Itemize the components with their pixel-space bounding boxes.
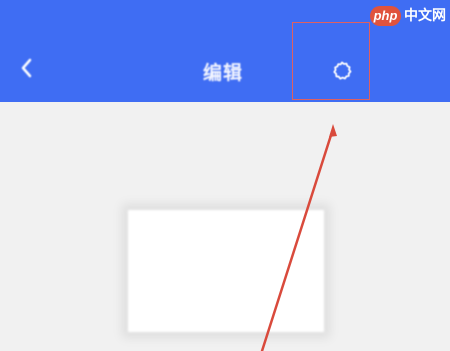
watermark-php: php — [370, 6, 401, 26]
nav-bar: 编辑 — [0, 36, 450, 102]
watermark-site-name: 中文网 — [404, 8, 446, 24]
watermark-logo: php 中文网 — [368, 3, 448, 29]
preview-card[interactable] — [128, 210, 324, 332]
annotation-highlight-box — [292, 22, 370, 100]
page-title: 编辑 — [203, 62, 244, 84]
chevron-left-icon[interactable] — [16, 54, 38, 82]
